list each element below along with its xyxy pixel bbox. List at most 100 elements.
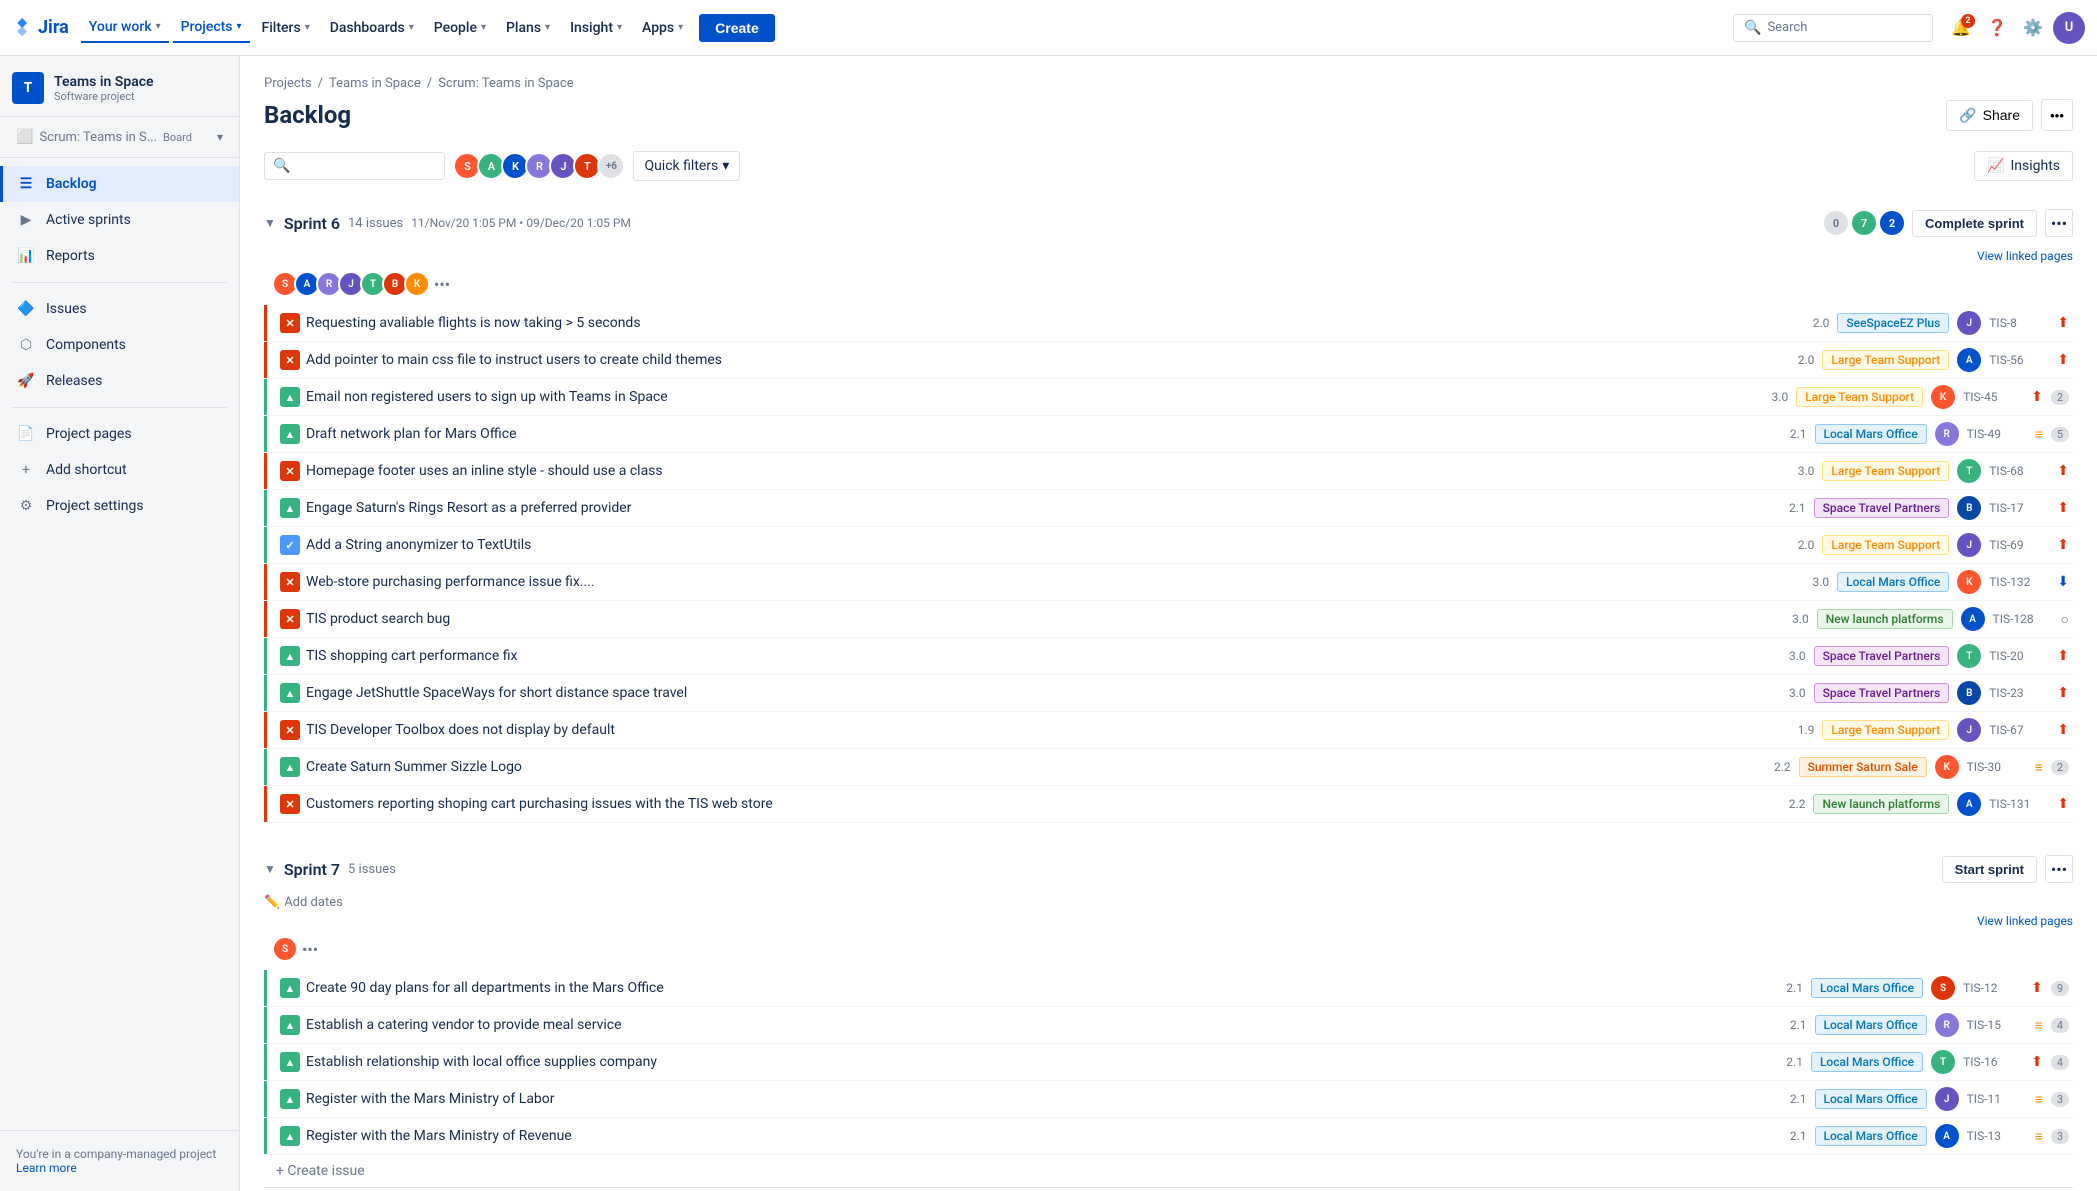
- issue-row[interactable]: ▲Register with the Mars Ministry of Labo…: [264, 1081, 2073, 1118]
- settings-button[interactable]: ⚙️: [2017, 12, 2049, 44]
- epic-tag[interactable]: Local Mars Office: [1815, 424, 1927, 444]
- issue-row[interactable]: ▲TIS shopping cart performance fix3.0Spa…: [264, 638, 2073, 675]
- epic-tag[interactable]: Local Mars Office: [1811, 1052, 1923, 1072]
- create-button[interactable]: Create: [699, 14, 775, 42]
- issue-row[interactable]: ▲Engage Saturn's Rings Resort as a prefe…: [264, 490, 2073, 527]
- issue-row[interactable]: ▲Draft network plan for Mars Office2.1Lo…: [264, 416, 2073, 453]
- issue-row[interactable]: ▲Establish a catering vendor to provide …: [264, 1007, 2073, 1044]
- sidebar-item-issues[interactable]: 🔷 Issues: [0, 291, 239, 327]
- insights-button[interactable]: 📈 Insights: [1974, 151, 2073, 181]
- sprint7-more-button[interactable]: •••: [2045, 855, 2073, 883]
- nav-plans[interactable]: Plans ▾: [498, 14, 558, 42]
- quick-filters-button[interactable]: Quick filters ▾: [633, 151, 740, 181]
- epic-tag[interactable]: Local Mars Office: [1837, 572, 1949, 592]
- sprint6-more-button[interactable]: •••: [2045, 209, 2073, 237]
- issue-row[interactable]: ✕Homepage footer uses an inline style - …: [264, 453, 2073, 490]
- sidebar-item-reports[interactable]: 📊 Reports: [0, 238, 239, 274]
- sprint6-toggle[interactable]: ▼: [264, 216, 276, 230]
- issue-type-icon: ✕: [280, 609, 300, 629]
- issue-row[interactable]: ✕Customers reporting shoping cart purcha…: [264, 786, 2073, 823]
- sprint7-title: Sprint 7: [284, 860, 340, 879]
- issue-type-icon: ▲: [280, 1015, 300, 1035]
- issue-row[interactable]: ✓Add a String anonymizer to TextUtils2.0…: [264, 527, 2073, 564]
- sidebar-item-components[interactable]: ⬡ Components: [0, 327, 239, 363]
- epic-tag[interactable]: New launch platforms: [1817, 609, 1953, 629]
- issue-summary: Homepage footer uses an inline style - s…: [306, 463, 1786, 479]
- epic-tag[interactable]: Large Team Support: [1822, 720, 1949, 740]
- sidebar-item-backlog[interactable]: ☰ Backlog: [0, 166, 239, 202]
- search-input[interactable]: [296, 158, 436, 174]
- more-actions-button[interactable]: •••: [2041, 99, 2073, 131]
- sprint7-toggle[interactable]: ▼: [264, 862, 276, 876]
- epic-tag[interactable]: SeeSpaceEZ Plus: [1837, 313, 1949, 333]
- epic-tag[interactable]: Local Mars Office: [1815, 1126, 1927, 1146]
- notifications-button[interactable]: 🔔 2: [1945, 12, 1977, 44]
- issue-meta: 3.0New launch platformsATIS-128○: [1781, 607, 2069, 631]
- nav-apps[interactable]: Apps ▾: [634, 14, 691, 42]
- epic-tag[interactable]: Summer Saturn Sale: [1799, 757, 1927, 777]
- sprint7-more-dots[interactable]: •••: [302, 940, 318, 959]
- sidebar-item-releases[interactable]: 🚀 Releases: [0, 363, 239, 399]
- issue-row[interactable]: ✕TIS Developer Toolbox does not display …: [264, 712, 2073, 749]
- sprint6-view-linked[interactable]: View linked pages: [264, 249, 2073, 263]
- share-button[interactable]: 🔗 Share: [1946, 100, 2033, 131]
- issue-row[interactable]: ▲Establish relationship with local offic…: [264, 1044, 2073, 1081]
- help-button[interactable]: ❓: [1981, 12, 2013, 44]
- start-sprint-button[interactable]: Start sprint: [1942, 856, 2037, 883]
- sprint6-more-dots[interactable]: •••: [434, 275, 450, 294]
- learn-more-link[interactable]: Learn more: [16, 1161, 77, 1175]
- backlog-search[interactable]: 🔍: [264, 152, 445, 180]
- search-icon: 🔍: [1744, 20, 1761, 36]
- nav-logo[interactable]: Jira: [12, 17, 69, 38]
- s6-av7: K: [404, 271, 430, 297]
- issue-row[interactable]: ✕Add pointer to main css file to instruc…: [264, 342, 2073, 379]
- epic-tag[interactable]: Space Travel Partners: [1814, 683, 1950, 703]
- sidebar-item-active-sprints-label: Active sprints: [46, 212, 131, 228]
- project-info: Teams in Space Software project: [54, 74, 227, 103]
- nav-insight[interactable]: Insight ▾: [562, 14, 630, 42]
- epic-tag[interactable]: New launch platforms: [1813, 794, 1949, 814]
- epic-tag[interactable]: Large Team Support: [1822, 350, 1949, 370]
- sidebar-item-add-shortcut[interactable]: + Add shortcut: [0, 452, 239, 488]
- sprint7-view-linked[interactable]: View linked pages: [264, 914, 2073, 928]
- sidebar-item-active-sprints[interactable]: ▶ Active sprints: [0, 202, 239, 238]
- user-avatar[interactable]: U: [2053, 12, 2085, 44]
- nav-projects[interactable]: Projects ▾: [173, 13, 250, 43]
- sidebar-item-project-settings[interactable]: ⚙ Project settings: [0, 488, 239, 524]
- epic-tag[interactable]: Large Team Support: [1822, 535, 1949, 555]
- issue-row[interactable]: ✕Web-store purchasing performance issue …: [264, 564, 2073, 601]
- issue-row[interactable]: ▲Register with the Mars Ministry of Reve…: [264, 1118, 2073, 1155]
- releases-icon: 🚀: [16, 371, 36, 391]
- epic-tag[interactable]: Local Mars Office: [1811, 978, 1923, 998]
- nav-filters[interactable]: Filters ▾: [254, 14, 318, 42]
- global-search[interactable]: 🔍 Search: [1733, 14, 1933, 42]
- epic-tag[interactable]: Local Mars Office: [1815, 1015, 1927, 1035]
- sidebar-item-project-pages[interactable]: 📄 Project pages: [0, 416, 239, 452]
- issue-left-border: [264, 638, 267, 674]
- epic-tag[interactable]: Local Mars Office: [1815, 1089, 1927, 1109]
- issue-avatar: J: [1935, 1087, 1959, 1111]
- epic-tag[interactable]: Large Team Support: [1822, 461, 1949, 481]
- epic-tag[interactable]: Space Travel Partners: [1814, 646, 1950, 666]
- nav-dashboards[interactable]: Dashboards ▾: [322, 14, 422, 42]
- avatar-more[interactable]: +6: [597, 152, 625, 180]
- sidebar-chevron[interactable]: ▾: [217, 130, 223, 144]
- nav-people[interactable]: People ▾: [426, 14, 494, 42]
- issue-row[interactable]: ▲Email non registered users to sign up w…: [264, 379, 2073, 416]
- nav-your-work[interactable]: Your work ▾: [81, 13, 169, 43]
- issue-row[interactable]: ▲Create Saturn Summer Sizzle Logo2.2Summ…: [264, 749, 2073, 786]
- breadcrumb-scrum[interactable]: Scrum: Teams in Space: [438, 76, 573, 91]
- epic-tag[interactable]: Large Team Support: [1796, 387, 1923, 407]
- breadcrumb-projects[interactable]: Projects: [264, 76, 312, 91]
- create-issue-button[interactable]: + Create issue: [264, 1155, 2073, 1187]
- complete-sprint-button[interactable]: Complete sprint: [1912, 210, 2037, 237]
- epic-tag[interactable]: Space Travel Partners: [1814, 498, 1950, 518]
- issue-row[interactable]: ▲Create 90 day plans for all departments…: [264, 970, 2073, 1007]
- issue-row[interactable]: ▲Engage JetShuttle SpaceWays for short d…: [264, 675, 2073, 712]
- add-dates-button[interactable]: ✏️ Add dates: [264, 895, 2073, 910]
- issue-row[interactable]: ✕TIS product search bug3.0New launch pla…: [264, 601, 2073, 638]
- issue-row[interactable]: ✕Requesting avaliable flights is now tak…: [264, 305, 2073, 342]
- issue-points: 2.0: [1786, 538, 1814, 552]
- board-link[interactable]: ⬜ Scrum: Teams in S... Board ▾: [12, 123, 227, 151]
- breadcrumb-teams-in-space[interactable]: Teams in Space: [329, 76, 421, 91]
